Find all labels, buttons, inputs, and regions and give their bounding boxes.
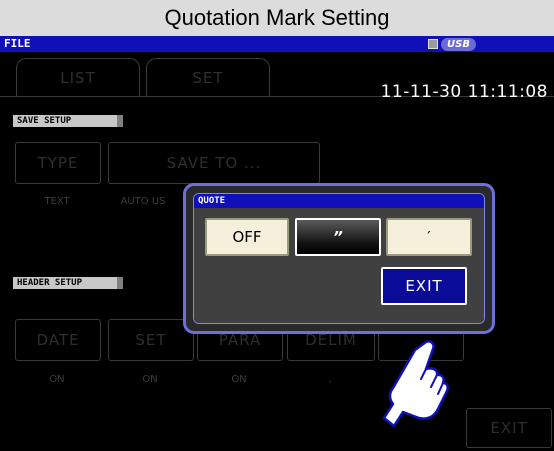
- delim-value: ,: [328, 374, 332, 385]
- set-value: ON: [142, 374, 158, 385]
- save-setup-label: SAVE SETUP: [13, 115, 123, 127]
- quote-dialog-panel: QUOTE OFF ” ′ EXIT: [193, 193, 485, 324]
- window-title: Quotation Mark Setting: [0, 0, 554, 36]
- save-to-button[interactable]: SAVE TO ...: [108, 142, 320, 184]
- quote-dialog-body: OFF ” ′ EXIT: [194, 208, 484, 323]
- dialog-exit-button[interactable]: EXIT: [381, 267, 467, 305]
- quote-dialog-title: QUOTE: [194, 194, 484, 208]
- date-button[interactable]: DATE: [15, 319, 101, 361]
- instrument-screen: FILE USB LIST SET 11-11-30 11:11:08 SAVE…: [0, 36, 554, 451]
- quote-double-button[interactable]: ”: [295, 218, 381, 256]
- menu-bar: FILE USB: [0, 36, 554, 52]
- usb-indicator: USB: [428, 37, 476, 51]
- quote-dialog: QUOTE OFF ” ′ EXIT: [183, 183, 495, 334]
- quote-single-button[interactable]: ′: [386, 218, 472, 256]
- clock-display: 11-11-30 11:11:08: [380, 82, 548, 102]
- pointing-hand-icon: [382, 340, 449, 428]
- para-value: ON: [231, 374, 247, 385]
- file-menu-label: FILE: [4, 37, 31, 50]
- set-button[interactable]: SET: [108, 319, 194, 361]
- usb-label: USB: [441, 37, 476, 51]
- date-value: ON: [49, 374, 65, 385]
- header-setup-label: HEADER SETUP: [13, 277, 123, 289]
- tab-list[interactable]: LIST: [16, 58, 140, 97]
- tab-set[interactable]: SET: [146, 58, 270, 97]
- save-to-value: AUTO US: [120, 196, 166, 207]
- type-button[interactable]: TYPE: [15, 142, 101, 184]
- quote-off-button[interactable]: OFF: [205, 218, 289, 256]
- type-value: TEXT: [44, 196, 70, 207]
- background-exit-button[interactable]: EXIT: [466, 408, 552, 448]
- usb-drive-icon: [428, 39, 438, 49]
